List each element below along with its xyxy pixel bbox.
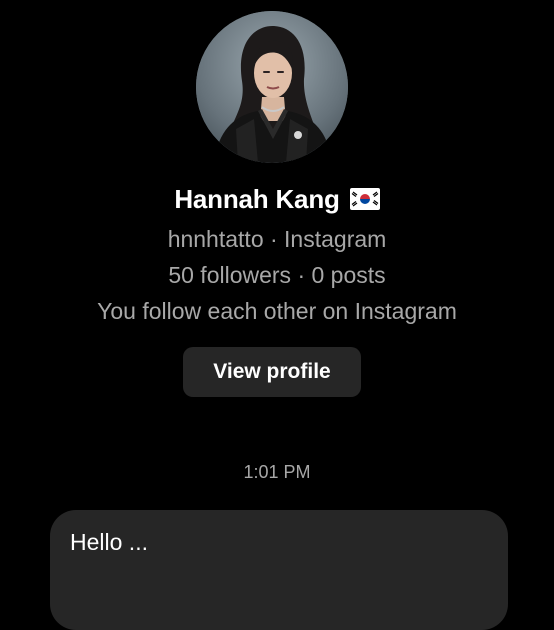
name-row: Hannah Kang (0, 180, 554, 218)
avatar-photo (196, 11, 348, 163)
stats-line: 50 followers · 0 posts (168, 262, 386, 288)
relationship-line: You follow each other on Instagram (97, 298, 457, 324)
avatar[interactable] (196, 11, 348, 163)
message-timestamp: 1:01 PM (243, 462, 311, 482)
view-profile-button[interactable]: View profile (183, 347, 361, 397)
south-korea-flag-icon (349, 188, 380, 210)
profile-name: Hannah Kang (174, 184, 340, 214)
message-bubble[interactable]: Hello ... (50, 510, 508, 630)
username-line: hnnhtatto · Instagram (167, 226, 387, 252)
message-text: Hello ... (70, 529, 148, 555)
profile-header: Hannah Kang hnnhtatto · Instagram 50 fol… (0, 0, 554, 420)
